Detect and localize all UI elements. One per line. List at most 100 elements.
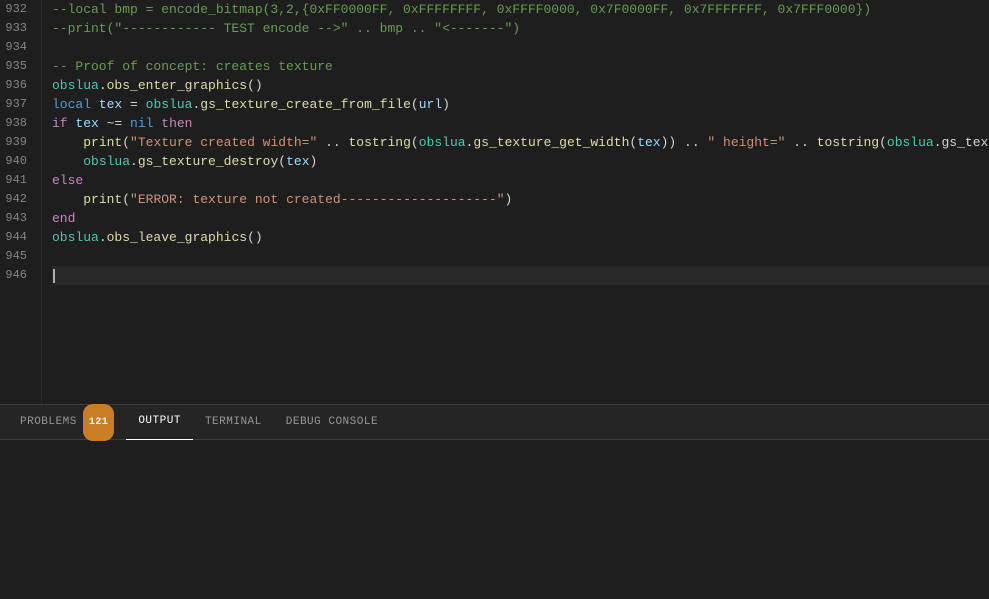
code-line: print("ERROR: texture not created-------… bbox=[52, 190, 989, 209]
line-number: 946 bbox=[0, 266, 33, 285]
code-token: --print("------------ TEST encode -->" .… bbox=[52, 21, 520, 36]
code-token: obslua bbox=[419, 135, 466, 150]
code-token: url bbox=[419, 97, 442, 112]
code-token bbox=[52, 135, 83, 150]
line-number: 937 bbox=[0, 95, 33, 114]
line-number: 938 bbox=[0, 114, 33, 133]
code-token: "ERROR: texture not created-------------… bbox=[130, 192, 504, 207]
code-line: --local bmp = encode_bitmap(3,2,{0xFF000… bbox=[52, 0, 989, 19]
line-number: 933 bbox=[0, 19, 33, 38]
code-token: else bbox=[52, 173, 83, 188]
code-token: .gs_text bbox=[934, 135, 989, 150]
code-token: -- Proof of concept: creates texture bbox=[52, 59, 333, 74]
code-token: ( bbox=[879, 135, 887, 150]
code-line: -- Proof of concept: creates texture bbox=[52, 57, 989, 76]
panel-tab-problems[interactable]: PROBLEMS121 bbox=[8, 405, 126, 440]
code-token: () bbox=[247, 230, 263, 245]
code-token: obslua bbox=[52, 230, 99, 245]
code-token: --local bmp = encode_bitmap(3,2,{0xFF000… bbox=[52, 2, 871, 17]
code-token: tex bbox=[99, 97, 122, 112]
line-number: 934 bbox=[0, 38, 33, 57]
line-number: 941 bbox=[0, 171, 33, 190]
code-token: obslua bbox=[52, 78, 99, 93]
code-token: .. bbox=[785, 135, 816, 150]
code-token: print bbox=[83, 135, 122, 150]
code-token bbox=[52, 192, 83, 207]
code-line: else bbox=[52, 171, 989, 190]
panel-tab-label: OUTPUT bbox=[138, 404, 181, 439]
code-token: if bbox=[52, 116, 68, 131]
code-token: ) bbox=[505, 192, 513, 207]
line-number: 945 bbox=[0, 247, 33, 266]
code-token: obs_enter_graphics bbox=[107, 78, 247, 93]
code-token: "Texture created width=" bbox=[130, 135, 317, 150]
code-token: . bbox=[99, 230, 107, 245]
code-token: ( bbox=[122, 135, 130, 150]
line-number: 932 bbox=[0, 0, 33, 19]
code-token: tostring bbox=[817, 135, 879, 150]
code-token: ( bbox=[411, 135, 419, 150]
bottom-panel: PROBLEMS121 OUTPUT TERMINAL DEBUG CONSOLE bbox=[0, 404, 989, 599]
editor-area: 9329339349359369379389399409419429439449… bbox=[0, 0, 989, 404]
code-token: = bbox=[122, 97, 145, 112]
code-token: obslua bbox=[887, 135, 934, 150]
code-token: ( bbox=[278, 154, 286, 169]
panel-tab-label: TERMINAL bbox=[205, 405, 262, 440]
code-line: obslua.obs_enter_graphics() bbox=[52, 76, 989, 95]
code-token: gs_texture_create_from_file bbox=[200, 97, 411, 112]
code-token: nil bbox=[130, 116, 153, 131]
code-content[interactable]: --local bmp = encode_bitmap(3,2,{0xFF000… bbox=[42, 0, 989, 404]
code-token: gs_texture_destroy bbox=[138, 154, 278, 169]
line-number: 939 bbox=[0, 133, 33, 152]
panel-tabs: PROBLEMS121 OUTPUT TERMINAL DEBUG CONSOLE bbox=[0, 405, 989, 440]
code-line: if tex ~= nil then bbox=[52, 114, 989, 133]
code-token: end bbox=[52, 211, 75, 226]
code-token: ( bbox=[411, 97, 419, 112]
code-line bbox=[52, 247, 989, 266]
panel-tab-label: PROBLEMS bbox=[20, 405, 77, 440]
code-token: ~= bbox=[99, 116, 130, 131]
problems-badge: 121 bbox=[83, 404, 115, 441]
panel-tab-output[interactable]: OUTPUT bbox=[126, 405, 193, 440]
code-line: end bbox=[52, 209, 989, 228]
panel-tab-terminal[interactable]: TERMINAL bbox=[193, 405, 274, 440]
line-number: 942 bbox=[0, 190, 33, 209]
code-token: print bbox=[83, 192, 122, 207]
code-line: obslua.obs_leave_graphics() bbox=[52, 228, 989, 247]
code-container: 9329339349359369379389399409419429439449… bbox=[0, 0, 989, 404]
code-line: obslua.gs_texture_destroy(tex) bbox=[52, 152, 989, 171]
code-token: . bbox=[130, 154, 138, 169]
code-token: obslua bbox=[146, 97, 193, 112]
code-token: tostring bbox=[349, 135, 411, 150]
code-token: tex bbox=[286, 154, 309, 169]
code-token: .. bbox=[317, 135, 348, 150]
code-token: then bbox=[161, 116, 192, 131]
code-token: tex bbox=[637, 135, 660, 150]
code-token bbox=[52, 154, 83, 169]
code-line bbox=[52, 266, 989, 285]
code-token: gs_texture_get_width bbox=[473, 135, 629, 150]
code-token: obs_leave_graphics bbox=[107, 230, 247, 245]
code-token: obslua bbox=[83, 154, 130, 169]
code-token: " height=" bbox=[707, 135, 785, 150]
code-token: local bbox=[52, 97, 91, 112]
code-line: print("Texture created width=" .. tostri… bbox=[52, 133, 989, 152]
code-line: --print("------------ TEST encode -->" .… bbox=[52, 19, 989, 38]
panel-tab-debug-console[interactable]: DEBUG CONSOLE bbox=[274, 405, 390, 440]
line-number: 935 bbox=[0, 57, 33, 76]
code-line bbox=[52, 38, 989, 57]
line-number: 944 bbox=[0, 228, 33, 247]
line-number: 936 bbox=[0, 76, 33, 95]
code-token bbox=[91, 97, 99, 112]
line-number: 943 bbox=[0, 209, 33, 228]
code-token: )) .. bbox=[661, 135, 708, 150]
panel-content bbox=[0, 440, 989, 599]
code-token: ) bbox=[442, 97, 450, 112]
code-token: () bbox=[247, 78, 263, 93]
code-token: ) bbox=[310, 154, 318, 169]
code-token: . bbox=[99, 78, 107, 93]
panel-tab-label: DEBUG CONSOLE bbox=[286, 405, 378, 440]
code-token: tex bbox=[75, 116, 98, 131]
line-number: 940 bbox=[0, 152, 33, 171]
line-numbers: 9329339349359369379389399409419429439449… bbox=[0, 0, 42, 404]
